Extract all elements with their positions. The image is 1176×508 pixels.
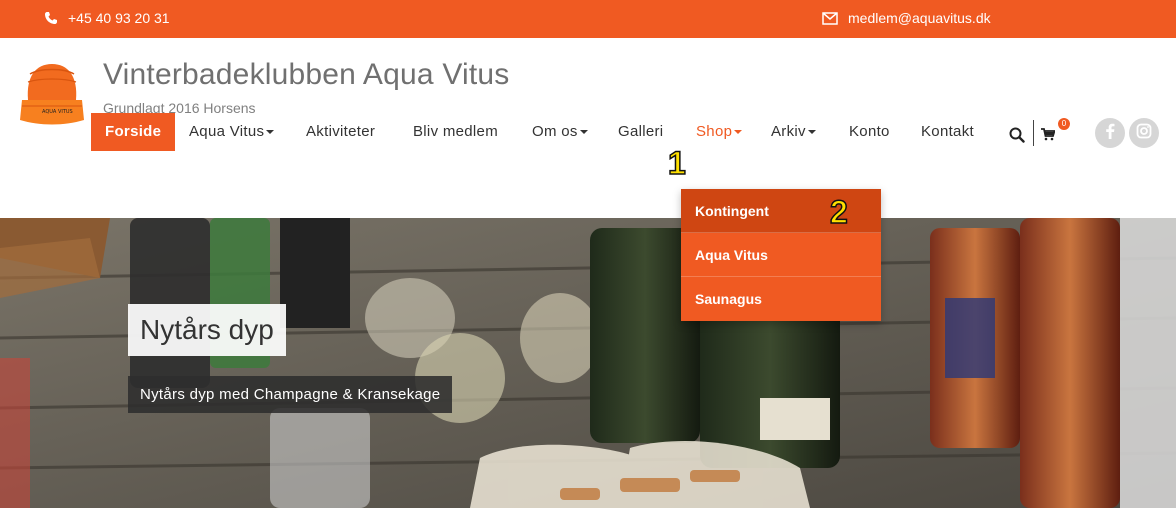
envelope-icon: [822, 11, 838, 25]
dropdown-item-aqua-vitus[interactable]: Aqua Vitus: [681, 233, 881, 277]
phone-contact[interactable]: +45 40 93 20 31: [44, 10, 170, 26]
nav-item-forside[interactable]: Forside: [91, 113, 176, 151]
step-marker-2: 2: [829, 194, 848, 230]
dropdown-item-saunagus[interactable]: Saunagus: [681, 277, 881, 321]
hero-caption-subtitle: Nytårs dyp med Champagne & Kransekage: [128, 376, 453, 413]
instagram-icon: [1136, 123, 1152, 144]
nav-item-konto[interactable]: Konto: [849, 113, 890, 151]
facebook-button[interactable]: [1095, 118, 1125, 148]
phone-icon: [44, 11, 58, 25]
top-contact-bar: +45 40 93 20 31 medlem@aquavitus.dk: [0, 0, 1176, 38]
caret-down-icon: [807, 130, 816, 135]
nav-item-galleri[interactable]: Galleri: [618, 113, 663, 151]
caret-down-icon: [266, 130, 275, 135]
site-title[interactable]: Vinterbadeklubben Aqua Vitus: [103, 58, 509, 92]
dropdown-item-kontingent[interactable]: Kontingent: [681, 189, 881, 233]
facebook-icon: [1105, 123, 1115, 144]
step-marker-1: 1: [667, 145, 686, 181]
email-contact[interactable]: medlem@aquavitus.dk: [822, 10, 991, 26]
email-address[interactable]: medlem@aquavitus.dk: [848, 10, 991, 26]
caret-down-icon: [734, 130, 743, 135]
nav-item-bliv-medlem[interactable]: Bliv medlem: [413, 113, 498, 151]
cart-count-badge: 0: [1058, 118, 1070, 130]
hero-caption-title: Nytårs dyp: [128, 304, 286, 356]
nav-item-aktiviteter[interactable]: Aktiviteter: [306, 113, 375, 151]
svg-text:AQUA VITUS: AQUA VITUS: [42, 109, 73, 115]
nav-item-kontakt[interactable]: Kontakt: [921, 113, 974, 151]
site-header: AQUA VITUS Vinterbadeklubben Aqua Vitus …: [0, 38, 1176, 218]
orange-beanie-logo[interactable]: AQUA VITUS: [20, 60, 84, 126]
nav-item-om-os[interactable]: Om os: [532, 113, 588, 151]
instagram-button[interactable]: [1129, 118, 1159, 148]
search-icon[interactable]: [1009, 127, 1025, 148]
phone-number[interactable]: +45 40 93 20 31: [68, 10, 170, 26]
hero-slider: [0, 218, 1176, 508]
nav-item-aqua-vitus[interactable]: Aqua Vitus: [189, 113, 275, 151]
nav-item-arkiv[interactable]: Arkiv: [771, 113, 816, 151]
shop-dropdown-menu: Kontingent Aqua Vitus Saunagus: [681, 189, 881, 321]
hero-photo-picnic-table: [0, 218, 1176, 508]
nav-item-shop[interactable]: Shop: [696, 113, 743, 151]
cart-icon[interactable]: [1041, 128, 1056, 146]
caret-down-icon: [579, 130, 588, 135]
nav-divider: [1033, 120, 1034, 146]
